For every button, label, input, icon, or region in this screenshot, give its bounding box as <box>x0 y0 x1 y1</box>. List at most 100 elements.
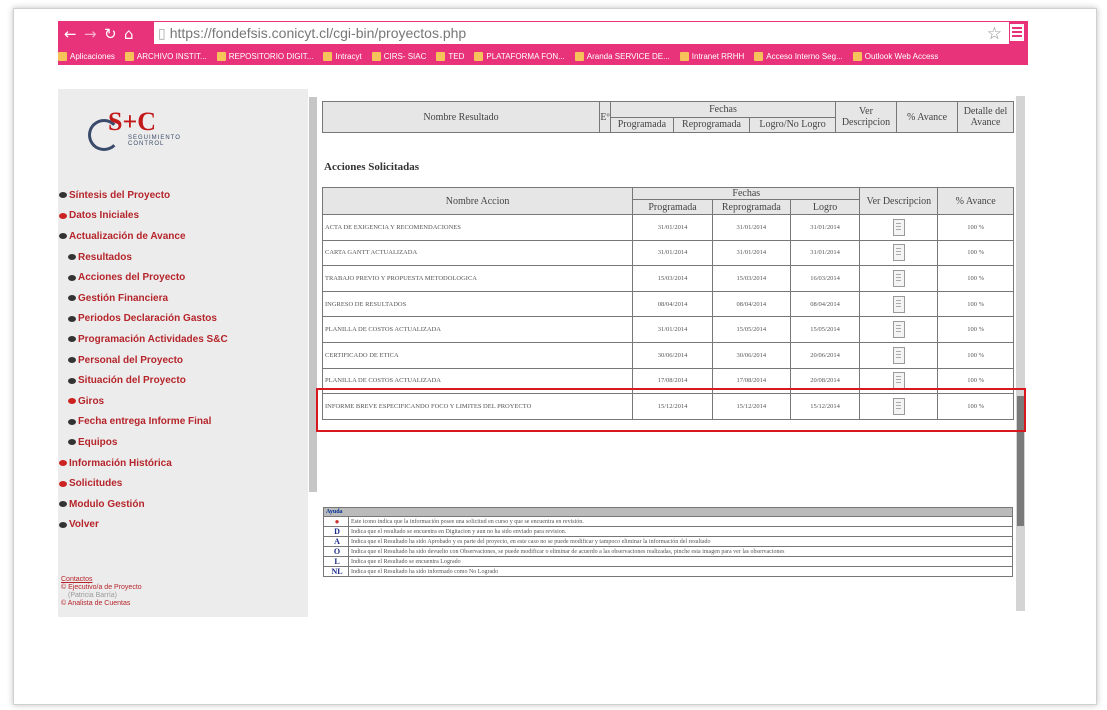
forward-arrow-icon[interactable]: → <box>84 24 97 44</box>
col-ver-descripcion-acciones: Ver Descripcion <box>859 187 939 215</box>
bookmark-label: Outlook Web Access <box>864 51 939 61</box>
bookmark-item[interactable]: PLATAFORMA FON... <box>474 51 565 61</box>
bookmarks-bar: Aplicaciones ARCHIVO INSTIT... REPOSITORIO… <box>58 47 1028 65</box>
bookmark-item[interactable]: Outlook Web Access <box>852 51 939 61</box>
table-row: CERTIFICADO DE ETICA 30/06/2014 30/06/2014… <box>321 341 1014 369</box>
sidebar-item-label: Acciones del Proyecto <box>78 272 186 284</box>
document-icon[interactable] <box>892 244 905 262</box>
sidebar-item[interactable]: Síntesis del Proyecto <box>58 185 308 206</box>
accion-name: PLANILLA DE COSTOS ACTUALIZADA <box>321 316 634 343</box>
sub-logro: Logro/No Logro <box>749 116 836 133</box>
document-icon[interactable] <box>892 372 905 390</box>
bullet-icon <box>59 480 67 487</box>
bullet-icon <box>68 336 76 343</box>
contacts-link[interactable]: Contactos <box>61 576 142 584</box>
legend-code: NL <box>323 566 349 577</box>
sidebar-item[interactable]: Información Histórica <box>58 453 308 474</box>
document-icon[interactable] <box>892 218 905 236</box>
reload-icon[interactable]: ↻ <box>104 24 117 44</box>
ver-descripcion-cell <box>859 265 939 292</box>
avance-cell: 100 % <box>937 290 1014 318</box>
bookmark-item[interactable]: Aplicaciones <box>58 51 115 61</box>
document-icon[interactable] <box>892 269 905 287</box>
bookmark-star-icon[interactable]: ☆ <box>987 23 1002 45</box>
reprogramada-cell: 31/01/2014 <box>711 214 791 241</box>
legend-text: Indica que el Resultado se encuentra Log… <box>348 556 1013 567</box>
logro-cell: 20/06/2014 <box>789 341 861 369</box>
legend-row: NL Indica que el Resultado ha sido inform… <box>323 566 1013 577</box>
sidebar-item[interactable]: Programación Actividades S&C <box>58 329 308 350</box>
accion-name: CERTIFICADO DE ETICA <box>321 341 634 369</box>
sidebar-item[interactable]: Volver <box>58 515 308 536</box>
bookmark-label: REPOSITORIO DIGIT... <box>228 51 314 61</box>
accion-name: ACTA DE EXIGENCIA Y RECOMENDACIONES <box>321 214 634 241</box>
sidebar-item[interactable]: Periodos Declaración Gastos <box>58 309 308 330</box>
sidebar-scrollbar[interactable] <box>309 97 317 492</box>
bookmark-item[interactable]: TED <box>436 51 464 61</box>
legend-row: ● Este icono indica que la información po… <box>323 516 1013 527</box>
sidebar-item[interactable]: Resultados <box>58 247 308 268</box>
sidebar-item-label: Síntesis del Proyecto <box>69 189 171 201</box>
sidebar-item[interactable]: Gestión Financiera <box>58 288 308 309</box>
bookmark-label: Acceso Interno Seg... <box>766 51 843 61</box>
browser-menu-icon[interactable] <box>1010 24 1024 41</box>
document-icon[interactable] <box>892 321 905 339</box>
url-field[interactable]: ▯ https://fondefsis.conicyt.cl/cgi-bin/pr… <box>154 22 1009 44</box>
sidebar-item[interactable]: Giros <box>58 391 308 412</box>
bookmark-item[interactable]: CIRS- SIAC <box>371 51 426 61</box>
ver-descripcion-cell <box>859 214 939 241</box>
col-avance: % Avance <box>896 101 958 133</box>
col-nombre-resultado: Nombre Resultado <box>322 101 600 133</box>
back-arrow-icon[interactable]: ← <box>64 24 77 44</box>
table-row: PLANILLA DE COSTOS ACTUALIZADA 31/01/2014… <box>321 316 1014 343</box>
sidebar-item[interactable]: Modulo Gestión <box>58 494 308 515</box>
legend-code: O <box>323 546 349 557</box>
sidebar-item-label: Equipos <box>78 436 118 448</box>
legend-code: A <box>323 536 349 547</box>
document-icon[interactable] <box>892 346 905 364</box>
main-scrollbar[interactable] <box>1016 96 1025 611</box>
bookmark-item[interactable]: Intranet RRHH <box>679 51 745 61</box>
home-icon[interactable]: ⌂ <box>124 24 134 44</box>
bookmark-item[interactable]: Aranda SERVICE DE... <box>574 51 670 61</box>
avance-cell: 100 % <box>937 316 1014 343</box>
logro-cell: 31/01/2014 <box>789 214 861 241</box>
document-icon[interactable] <box>892 295 905 313</box>
sidebar-item[interactable]: Fecha entrega Informe Final <box>58 412 308 433</box>
sidebar-item[interactable]: Actualización de Avance <box>58 226 308 247</box>
bullet-icon <box>59 212 67 219</box>
sidebar-item[interactable]: Situación del Proyecto <box>58 370 308 391</box>
bookmark-item[interactable]: Acceso Interno Seg... <box>754 51 843 61</box>
bookmark-label: Intranet RRHH <box>691 51 745 61</box>
sidebar-item[interactable]: Solicitudes <box>58 473 308 494</box>
sidebar-item[interactable]: Personal del Proyecto <box>58 350 308 371</box>
bookmark-item[interactable]: REPOSITORIO DIGIT... <box>216 51 314 61</box>
legend-text: Este icono indica que la información pos… <box>348 516 1013 527</box>
legend-row: L Indica que el Resultado se encuentra Lo… <box>323 556 1013 567</box>
sub-programada: Programada <box>610 116 674 133</box>
legend-text: Indica que el Resultado ha sido Aprobado… <box>348 536 1013 547</box>
sidebar-item-label: Datos Iniciales <box>69 210 140 222</box>
legend-text: Indica que el Resultado ha sido informad… <box>348 566 1013 577</box>
bookmark-label: Intracyt <box>335 51 362 61</box>
bullet-icon <box>68 254 76 261</box>
bookmark-item[interactable]: ARCHIVO INSTIT... <box>124 51 207 61</box>
logo-subtitle: SEGUIMIENTO CONTROL <box>128 135 181 147</box>
bookmark-item[interactable]: Intracyt <box>323 51 362 61</box>
bullet-icon <box>68 418 76 425</box>
sidebar-item-label: Volver <box>69 519 99 531</box>
ver-descripcion-cell <box>859 341 939 369</box>
bookmark-folder-icon <box>574 51 584 61</box>
sidebar-item-label: Actualización de Avance <box>69 230 186 242</box>
sidebar-item-label: Resultados <box>78 251 132 263</box>
contacts-block: Contactos © Ejecutivo/a de Proyecto (Pat… <box>61 576 142 608</box>
bullet-icon <box>68 398 76 405</box>
sidebar-item[interactable]: Acciones del Proyecto <box>58 267 308 288</box>
ver-descripcion-cell <box>859 316 939 343</box>
sidebar-item[interactable]: Datos Iniciales <box>58 206 308 227</box>
sub-reprogramada: Reprogramada <box>672 116 751 133</box>
accion-name: TRABAJO PREVIO Y PROPUESTA METODOLOGICA <box>321 265 634 292</box>
sidebar-item[interactable]: Equipos <box>58 432 308 453</box>
sidebar-item-label: Programación Actividades S&C <box>78 333 228 345</box>
sidebar: S+C SEGUIMIENTO CONTROL Síntesis del Pro… <box>58 89 308 617</box>
